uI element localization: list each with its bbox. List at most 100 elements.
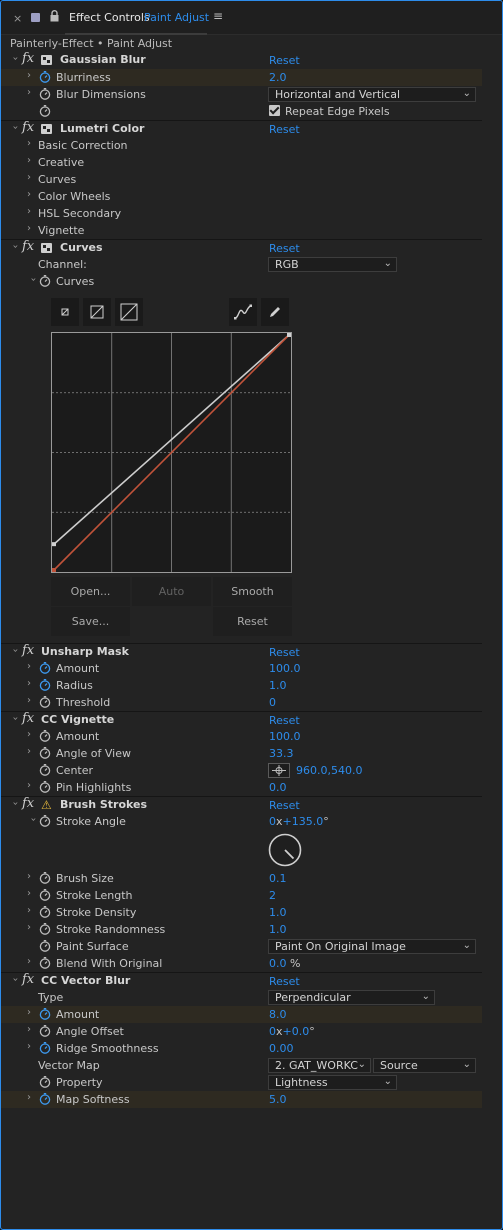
chevron-right-icon[interactable]: › xyxy=(24,155,34,166)
chevron-right-icon[interactable]: › xyxy=(24,729,34,740)
panel-menu-icon[interactable]: ≡ xyxy=(213,9,223,23)
prop-value[interactable]: 0 xyxy=(269,696,276,709)
fx-toggle-icon[interactable]: fx xyxy=(22,51,34,66)
curve-size-large-button[interactable] xyxy=(115,298,143,326)
chevron-down-icon[interactable]: › xyxy=(28,815,39,825)
type-dropdown[interactable]: Perpendicular ⌄ xyxy=(268,990,435,1005)
reset-button[interactable]: Reset xyxy=(269,975,300,988)
stopwatch-icon[interactable] xyxy=(39,105,51,117)
stopwatch-icon[interactable] xyxy=(39,906,51,918)
chevron-right-icon[interactable]: › xyxy=(24,678,34,689)
chevron-right-icon[interactable]: › xyxy=(24,888,34,899)
stopwatch-icon[interactable] xyxy=(39,764,51,776)
curves-open-button[interactable]: Open... xyxy=(51,577,130,606)
lumetri-section[interactable]: › Curves xyxy=(1,171,482,188)
vector-map-layer-dropdown[interactable]: 2. GAT_WORKCO ⌄ xyxy=(268,1058,371,1073)
stopwatch-active-icon[interactable] xyxy=(39,71,51,83)
pencil-tool-icon[interactable] xyxy=(261,298,289,326)
property-dropdown[interactable]: Lightness ⌄ xyxy=(268,1075,397,1090)
chevron-right-icon[interactable]: › xyxy=(24,1007,34,1018)
prop-value[interactable]: 1.0 xyxy=(269,923,287,936)
chevron-down-icon[interactable]: › xyxy=(10,123,21,133)
repeat-edge-checkbox[interactable] xyxy=(269,105,280,116)
crosshair-icon[interactable] xyxy=(268,763,290,778)
prop-value[interactable]: 100.0 xyxy=(269,662,301,675)
stopwatch-icon[interactable] xyxy=(39,747,51,759)
chevron-right-icon[interactable]: › xyxy=(24,172,34,183)
prop-value[interactable]: 960.0,540.0 xyxy=(296,764,362,777)
curve-control-point[interactable] xyxy=(52,542,56,547)
stopwatch-active-icon[interactable] xyxy=(39,679,51,691)
chevron-down-icon[interactable]: › xyxy=(10,975,21,985)
prop-value[interactable]: 5.0 xyxy=(269,1093,287,1106)
reset-button[interactable]: Reset xyxy=(269,123,300,136)
curves-auto-button[interactable]: Auto xyxy=(132,577,211,606)
curve-control-point[interactable] xyxy=(52,568,56,572)
chevron-down-icon[interactable]: › xyxy=(10,54,21,64)
chevron-right-icon[interactable]: › xyxy=(24,189,34,200)
reset-button[interactable]: Reset xyxy=(269,714,300,727)
curve-control-point[interactable] xyxy=(287,333,291,337)
paint-surface-dropdown[interactable]: Paint On Original Image ⌄ xyxy=(268,939,476,954)
reset-button[interactable]: Reset xyxy=(269,242,300,255)
prop-value[interactable]: 2.0 xyxy=(269,71,287,84)
chevron-right-icon[interactable]: › xyxy=(24,695,34,706)
lumetri-section[interactable]: › Creative xyxy=(1,154,482,171)
effect-lumetri-color[interactable]: › fx Lumetri Color Reset xyxy=(1,120,482,137)
prop-value[interactable]: 0.00 xyxy=(269,1042,294,1055)
lumetri-section[interactable]: › Basic Correction xyxy=(1,137,482,154)
chevron-right-icon[interactable]: › xyxy=(24,138,34,149)
curve-size-small-button[interactable] xyxy=(51,298,79,326)
prop-value[interactable]: 1.0 xyxy=(269,906,287,919)
chevron-right-icon[interactable]: › xyxy=(24,922,34,933)
effect-brush-strokes[interactable]: › fx ⚠ Brush Strokes Reset xyxy=(1,796,482,813)
lumetri-section[interactable]: › HSL Secondary xyxy=(1,205,482,222)
chevron-down-icon[interactable]: › xyxy=(10,242,21,252)
chevron-right-icon[interactable]: › xyxy=(24,223,34,234)
bezier-curve-tool-icon[interactable] xyxy=(229,298,257,326)
stopwatch-icon[interactable] xyxy=(39,815,51,827)
effect-unsharp-mask[interactable]: › fx Unsharp Mask Reset xyxy=(1,643,482,660)
effect-gaussian-blur[interactable]: › fx Gaussian Blur Reset xyxy=(1,51,482,69)
prop-value[interactable]: 0.0 xyxy=(269,781,287,794)
effect-cc-vector-blur[interactable]: › fx CC Vector Blur Reset xyxy=(1,972,482,989)
prop-value[interactable]: 100.0 xyxy=(269,730,301,743)
fx-toggle-icon[interactable]: fx xyxy=(22,120,34,135)
stopwatch-icon[interactable] xyxy=(39,275,51,287)
stopwatch-icon[interactable] xyxy=(39,940,51,952)
prop-value[interactable]: 0x+135.0° xyxy=(269,815,329,828)
chevron-down-icon[interactable]: › xyxy=(10,646,21,656)
vector-map-source-dropdown[interactable]: Source ⌄ xyxy=(373,1058,476,1073)
stopwatch-active-icon[interactable] xyxy=(39,662,51,674)
reset-button[interactable]: Reset xyxy=(269,799,300,812)
prop-value[interactable]: 2 xyxy=(269,889,276,902)
chevron-right-icon[interactable]: › xyxy=(24,871,34,882)
fx-toggle-icon[interactable]: fx xyxy=(22,796,34,811)
fx-toggle-icon[interactable]: fx xyxy=(22,711,34,726)
curves-reset-button[interactable]: Reset xyxy=(213,607,292,636)
stopwatch-icon[interactable] xyxy=(39,696,51,708)
chevron-down-icon[interactable]: › xyxy=(10,714,21,724)
fx-toggle-icon[interactable]: fx xyxy=(22,239,34,254)
stopwatch-icon[interactable] xyxy=(39,923,51,935)
stopwatch-icon[interactable] xyxy=(39,1076,51,1088)
prop-value[interactable]: 0x+0.0° xyxy=(269,1025,315,1038)
prop-value[interactable]: 8.0 xyxy=(269,1008,287,1021)
chevron-right-icon[interactable]: › xyxy=(24,661,34,672)
curve-size-medium-button[interactable] xyxy=(83,298,111,326)
chevron-down-icon[interactable]: › xyxy=(10,799,21,809)
prop-value[interactable]: 0.0 % xyxy=(269,957,300,970)
reset-button[interactable]: Reset xyxy=(269,646,300,659)
stopwatch-active-icon[interactable] xyxy=(39,1008,51,1020)
curves-plot[interactable] xyxy=(52,333,291,572)
chevron-right-icon[interactable]: › xyxy=(24,1041,34,1052)
stopwatch-icon[interactable] xyxy=(39,957,51,969)
chevron-down-icon[interactable]: › xyxy=(28,275,39,285)
stopwatch-icon[interactable] xyxy=(39,781,51,793)
close-tab-icon[interactable]: × xyxy=(13,12,22,25)
stopwatch-icon[interactable] xyxy=(39,730,51,742)
prop-value[interactable]: 0.1 xyxy=(269,872,287,885)
channel-dropdown[interactable]: RGB ⌄ xyxy=(268,257,397,272)
stopwatch-active-icon[interactable] xyxy=(39,1093,51,1105)
chevron-right-icon[interactable]: › xyxy=(24,70,34,81)
